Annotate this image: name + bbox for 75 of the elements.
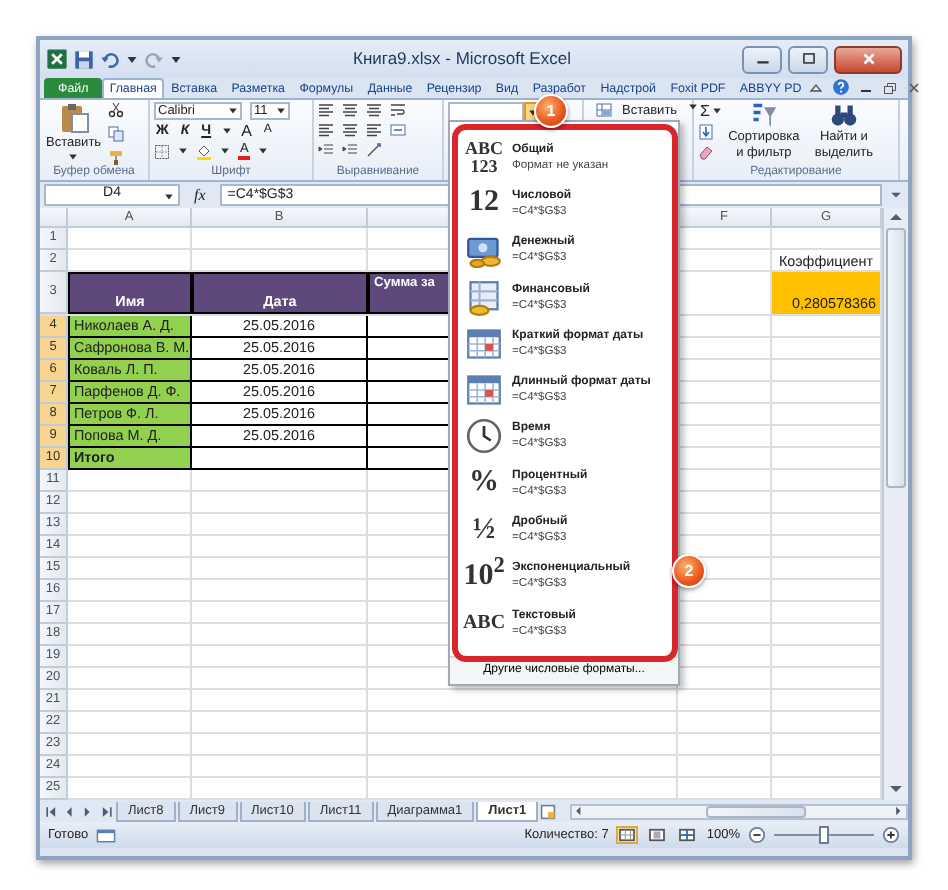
merge-cells-icon[interactable] [390,122,406,138]
sort-icon[interactable] [749,102,778,130]
autosum-button[interactable]: Σ [698,102,712,120]
page-break-icon [678,828,697,842]
caret-icon[interactable] [164,192,174,202]
caret-icon[interactable] [276,106,286,116]
align-lines-icon[interactable] [318,122,334,138]
indent-icon[interactable] [342,142,358,158]
number-format-field[interactable] [448,102,524,122]
copy-icon[interactable] [107,126,124,142]
ledger-icon [466,279,502,316]
caret-icon[interactable] [711,106,722,116]
money-icon [466,232,502,269]
caret-icon[interactable] [258,146,269,156]
macro-record-icon[interactable] [96,827,117,843]
align-lines-icon[interactable] [318,102,334,118]
calendar-icon [466,372,502,409]
caret-icon[interactable] [170,53,182,65]
last-sheet-icon[interactable] [98,803,114,819]
close-icon [859,50,877,68]
find-icon[interactable] [829,102,858,130]
scroll-right-icon[interactable] [892,804,906,818]
view-button[interactable] [676,826,699,844]
align-lines-icon[interactable] [342,122,358,138]
borders-icon[interactable] [154,143,170,159]
format-glyph-icon: ABC [462,613,506,634]
align-lines-icon[interactable] [342,102,358,118]
format-glyph-icon: 10$^{2}$ [463,561,505,592]
slider-thumb[interactable] [819,826,829,844]
view-button[interactable] [616,826,639,844]
expand-icon[interactable] [888,187,904,203]
align-lines-icon[interactable] [366,102,382,118]
insert-cells-icon[interactable] [596,102,612,118]
page-layout-icon [648,828,667,842]
minimize-button[interactable] [742,45,782,73]
maximize-button[interactable] [788,45,828,73]
indent-icon[interactable] [318,142,334,158]
view-button[interactable] [646,826,669,844]
format-glyph-icon: % [469,468,499,499]
help-icon[interactable] [832,78,851,96]
eraser-icon[interactable] [698,144,714,160]
maximize-icon [799,50,817,68]
orientation-icon[interactable] [366,142,382,158]
zoom-out-icon[interactable] [748,826,766,844]
window-title: Книга9.xlsx - Microsoft Excel [351,46,573,72]
zoom-in-icon[interactable] [882,826,900,844]
excel-icon [46,48,68,70]
collapse-ribbon-icon[interactable] [808,79,825,95]
first-sheet-icon[interactable] [44,803,60,819]
restore-icon[interactable] [882,79,899,95]
normal-view-icon [618,828,637,842]
align-lines-icon[interactable] [366,122,382,138]
caret-icon[interactable] [68,152,79,162]
fill-down-icon[interactable] [698,124,714,140]
cut-icon[interactable] [107,102,124,118]
scroll-thumb[interactable] [886,228,906,488]
wrap-text-icon[interactable] [390,102,406,118]
undo-icon[interactable] [100,49,120,69]
fill-color-icon[interactable] [196,143,212,159]
clock-icon [466,418,502,455]
format-glyph-icon: ½ [472,515,496,546]
close-icon[interactable] [906,79,923,95]
save-icon[interactable] [74,49,94,69]
close-button[interactable] [834,45,902,73]
grow-font-button[interactable]: A [239,122,254,140]
caret-icon[interactable] [687,102,698,112]
function-label[interactable]: fx [186,183,214,207]
insert-sheet-icon[interactable] [540,803,557,819]
caret-icon[interactable] [126,53,138,65]
scroll-thumb[interactable] [706,805,807,817]
calendar-icon [466,325,502,362]
caret-icon[interactable] [178,146,188,156]
format-painter-icon[interactable] [107,150,124,166]
paste-icon[interactable] [57,102,90,134]
format-glyph-icon: ABC 123 [464,139,503,176]
